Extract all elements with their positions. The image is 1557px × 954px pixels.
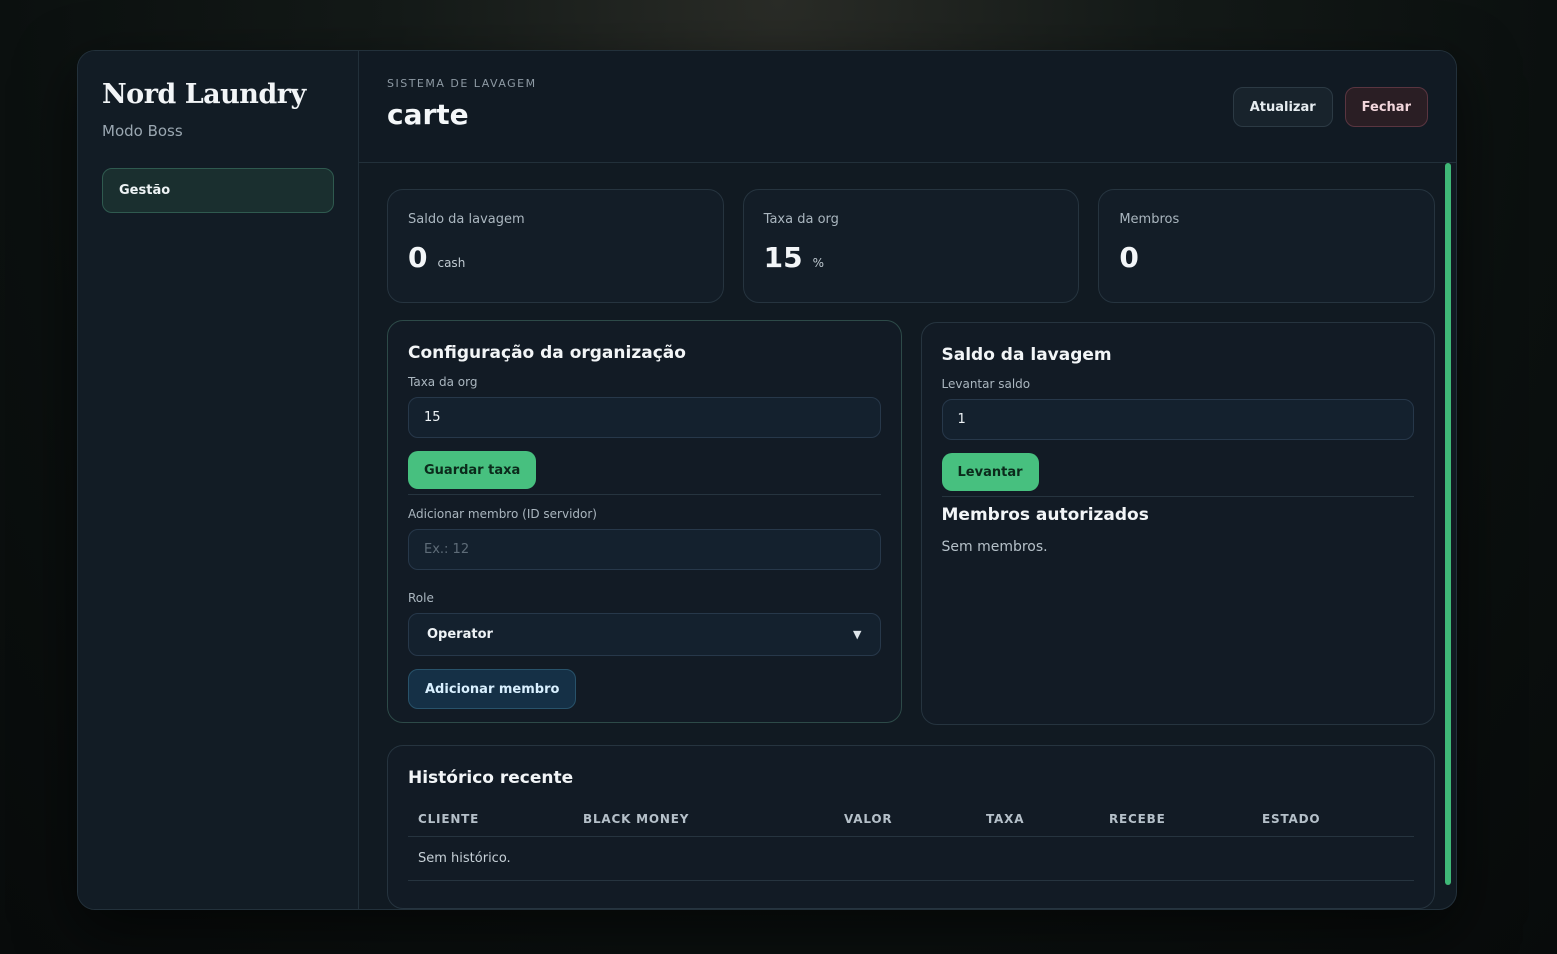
stat-value: 0 cash — [408, 241, 703, 274]
stat-number: 0 — [1119, 241, 1139, 274]
sidebar-item-label: Gestão — [119, 183, 171, 198]
stat-card-balance: Saldo da lavagem 0 cash — [387, 189, 724, 303]
col-black-money: BLACK MONEY — [573, 802, 834, 837]
balance-title: Saldo da lavagem — [941, 345, 1112, 365]
stat-unit: % — [812, 256, 825, 270]
col-valor: VALOR — [834, 802, 976, 837]
stat-label: Membros — [1119, 212, 1180, 227]
stat-unit: cash — [437, 256, 466, 270]
stat-value: 0 — [1119, 241, 1414, 274]
config-title: Configuração da organização — [408, 343, 686, 363]
history-table: CLIENTE BLACK MONEY VALOR TAXA RECEBE ES… — [408, 802, 1414, 881]
divider — [408, 494, 881, 495]
role-selected-value: Operator — [427, 627, 493, 642]
member-id-input[interactable]: Ex.: 12 — [408, 529, 881, 570]
members-empty: Sem membros. — [941, 539, 1048, 555]
refresh-button[interactable]: Atualizar — [1232, 87, 1333, 127]
chevron-down-icon: ▼ — [853, 628, 862, 641]
col-estado: ESTADO — [1252, 802, 1414, 837]
brand-title: Nord Laundry — [102, 79, 306, 110]
close-button[interactable]: Fechar — [1344, 87, 1428, 127]
main-panel: SISTEMA DE LAVAGEM carte Atualizar Fecha… — [359, 51, 1456, 909]
balance-card: Saldo da lavagem Levantar saldo 1 Levant… — [920, 322, 1435, 725]
role-label: Role — [408, 591, 434, 605]
save-tax-button[interactable]: Guardar taxa — [408, 451, 537, 489]
history-title: Histórico recente — [408, 768, 574, 788]
members-title: Membros autorizados — [941, 505, 1149, 525]
col-taxa: TAXA — [976, 802, 1099, 837]
role-select[interactable]: Operator ▼ — [408, 613, 881, 656]
divider — [941, 496, 1414, 497]
stat-number: 15 — [763, 241, 803, 274]
stat-value: 15 % — [764, 241, 1059, 274]
config-row: Configuração da organização Taxa da org … — [387, 320, 1435, 725]
stat-number: 0 — [408, 241, 428, 274]
history-card: Histórico recente CLIENTE BLACK MONEY VA… — [387, 745, 1435, 909]
stat-card-members: Membros 0 — [1098, 189, 1436, 303]
stats-row: Saldo da lavagem 0 cash Taxa da org 15 %… — [387, 189, 1436, 303]
add-member-button[interactable]: Adicionar membro — [408, 669, 577, 709]
col-cliente: CLIENTE — [408, 802, 573, 837]
tax-label: Taxa da org — [408, 375, 478, 389]
scrollbar[interactable] — [1445, 163, 1451, 885]
tax-input[interactable]: 15 — [408, 397, 881, 438]
sidebar: Nord Laundry Modo Boss Gestão — [78, 51, 359, 909]
org-config-card: Configuração da organização Taxa da org … — [387, 320, 902, 723]
stat-label: Saldo da lavagem — [408, 212, 525, 227]
sidebar-item-gestao[interactable]: Gestão — [102, 168, 334, 213]
content-area: Saldo da lavagem 0 cash Taxa da org 15 %… — [387, 189, 1436, 909]
col-recebe: RECEBE — [1099, 802, 1252, 837]
table-header-row: CLIENTE BLACK MONEY VALOR TAXA RECEBE ES… — [408, 802, 1414, 837]
boss-window: Nord Laundry Modo Boss Gestão SISTEMA DE… — [77, 50, 1457, 910]
stat-card-tax: Taxa da org 15 % — [742, 189, 1080, 303]
withdraw-button[interactable]: Levantar — [941, 453, 1039, 491]
table-row: Sem histórico. — [408, 836, 1414, 881]
stat-label: Taxa da org — [763, 212, 839, 227]
header-actions: Atualizar Fechar — [1232, 87, 1428, 127]
withdraw-label: Levantar saldo — [941, 377, 1031, 391]
header: SISTEMA DE LAVAGEM carte Atualizar Fecha… — [359, 51, 1456, 163]
history-empty: Sem histórico. — [408, 836, 1414, 881]
withdraw-input[interactable]: 1 — [941, 399, 1414, 440]
member-id-label: Adicionar membro (ID servidor) — [408, 507, 597, 521]
brand-subtitle: Modo Boss — [102, 122, 183, 140]
